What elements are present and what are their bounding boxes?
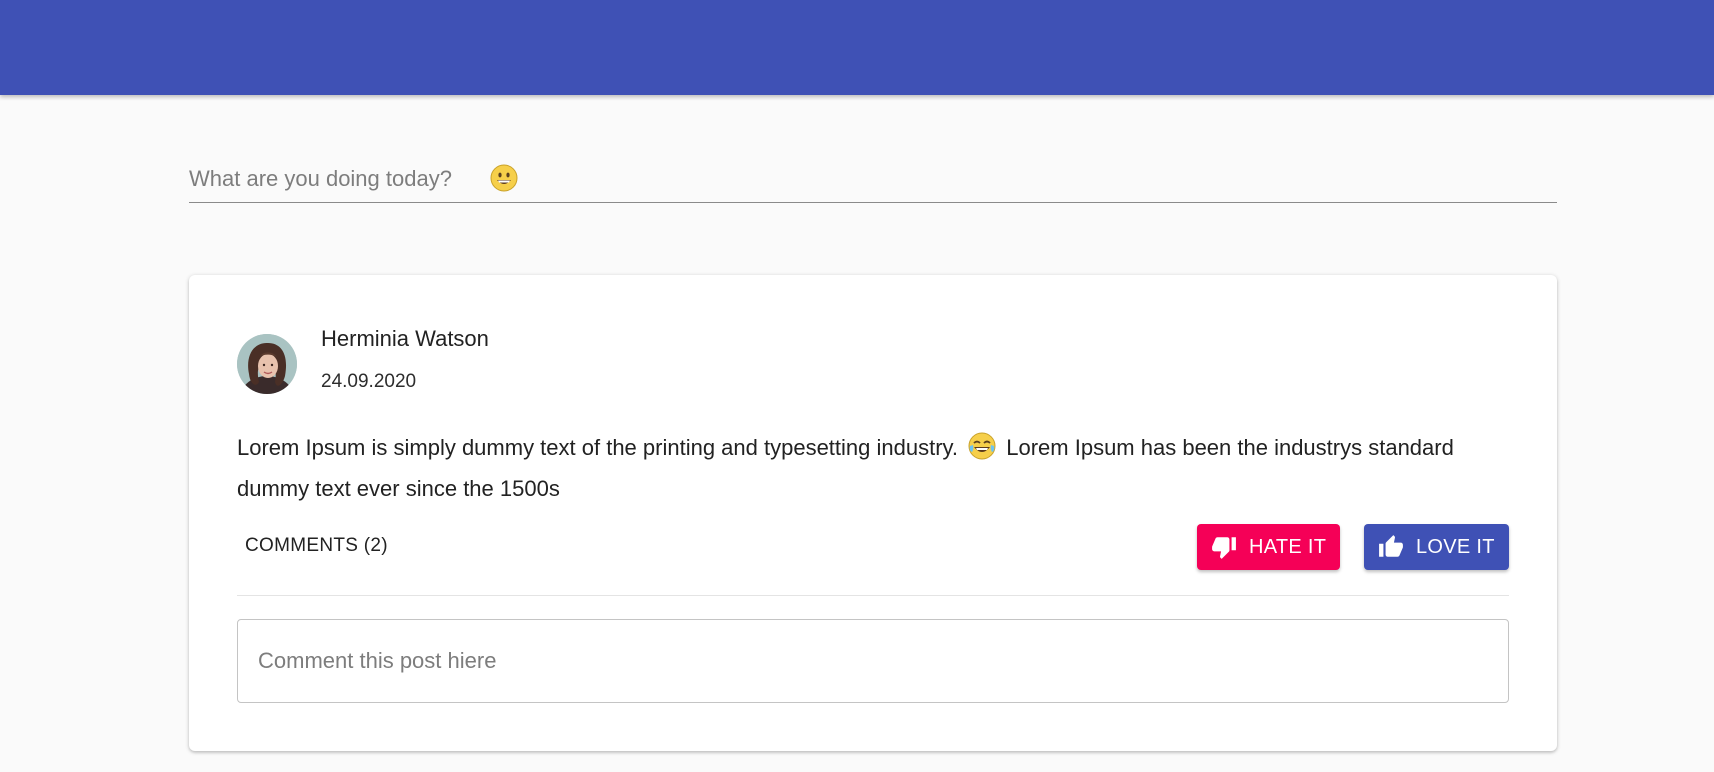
post-card: Herminia Watson 24.09.2020 Lorem Ipsum i… — [189, 275, 1557, 751]
tears-of-joy-face-icon — [968, 432, 996, 471]
grinning-face-icon — [490, 164, 518, 192]
thumb-up-icon — [1378, 534, 1404, 560]
hate-it-label: HATE IT — [1249, 535, 1327, 558]
post-text: Lorem Ipsum is simply dummy text of the … — [237, 430, 1517, 507]
love-it-label: LOVE IT — [1416, 535, 1495, 558]
divider — [237, 595, 1509, 596]
comment-field-container — [237, 619, 1509, 703]
avatar-image — [237, 334, 297, 394]
love-it-button[interactable]: LOVE IT — [1364, 524, 1509, 570]
app-bar — [0, 0, 1714, 95]
comment-input[interactable] — [258, 620, 1478, 702]
thumb-down-icon — [1211, 534, 1237, 560]
avatar[interactable] — [237, 334, 297, 394]
author-name: Herminia Watson — [321, 326, 489, 351]
status-input-container — [189, 150, 1557, 203]
hate-it-button[interactable]: HATE IT — [1197, 524, 1340, 570]
status-input[interactable] — [189, 162, 1557, 196]
comments-button[interactable]: COMMENTS (2) — [237, 523, 396, 569]
post-text-part-1: Lorem Ipsum is simply dummy text of the … — [237, 435, 965, 460]
post-date: 24.09.2020 — [321, 371, 417, 392]
